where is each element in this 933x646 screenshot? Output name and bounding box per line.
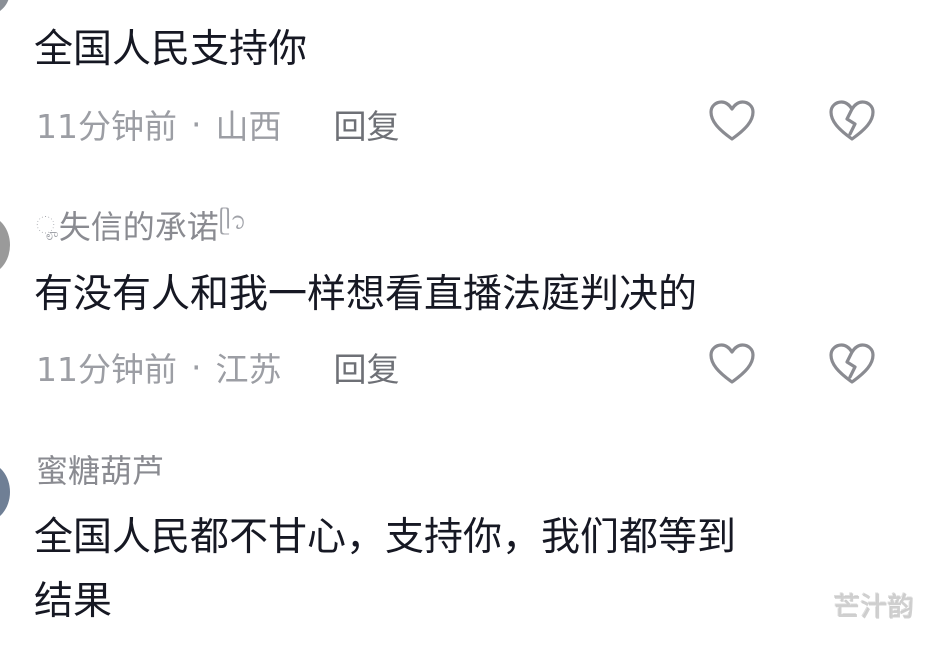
comment-text: 有没有人和我一样想看直播法庭判决的 <box>34 272 698 317</box>
comment-meta: 11分钟前 · 江苏 回复 <box>36 343 400 391</box>
username-text: 蜜糖葫芦 <box>36 452 165 490</box>
dislike-button[interactable] <box>828 342 876 386</box>
comment-meta: 11分钟前 · 山西 回复 <box>36 100 400 148</box>
broken-heart-icon <box>829 100 875 141</box>
watermark: 芒汁韵 <box>833 593 915 623</box>
comment-text: 全国人民支持你 <box>34 27 308 72</box>
username-text: 失信的承诺 <box>58 208 219 246</box>
broken-heart-icon <box>829 343 875 384</box>
comment-time: 11分钟前 <box>36 107 177 146</box>
reply-button[interactable]: 回复 <box>334 100 400 148</box>
reply-button[interactable]: 回复 <box>334 343 400 391</box>
heart-outline-icon <box>709 100 755 141</box>
avatar[interactable] <box>0 215 10 275</box>
dislike-button[interactable] <box>828 99 876 143</box>
like-button[interactable] <box>708 99 756 143</box>
avatar[interactable] <box>0 0 10 16</box>
separator: · <box>191 104 202 144</box>
comment-username[interactable]: ೄ 失信的承诺 ᥫ᭡ <box>36 202 246 248</box>
avatar[interactable] <box>0 462 10 522</box>
separator: · <box>191 347 202 387</box>
username-prefix: ೄ <box>36 211 59 239</box>
comment-username[interactable]: 蜜糖葫芦 <box>36 446 164 492</box>
comment-location: 山西 <box>215 107 282 146</box>
comment-text-line2: 结果 <box>34 579 113 624</box>
comment-location: 江苏 <box>215 350 282 389</box>
comment-time: 11分钟前 <box>36 350 177 389</box>
username-suffix: ᥫ᭡ <box>218 206 247 235</box>
heart-outline-icon <box>709 343 755 384</box>
comment-text-line1: 全国人民都不甘心，支持你，我们都等到 <box>34 515 737 560</box>
like-button[interactable] <box>708 342 756 386</box>
